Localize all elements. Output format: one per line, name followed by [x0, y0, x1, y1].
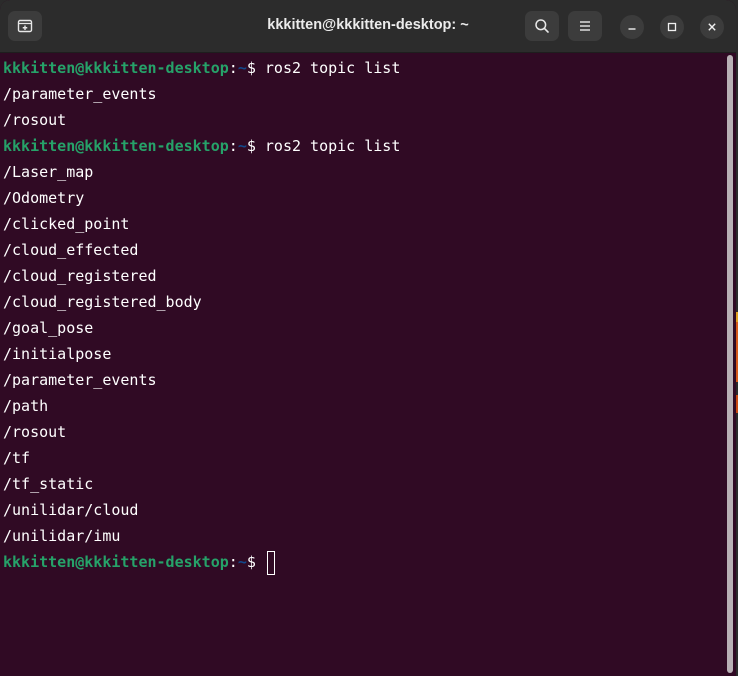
output-line: /cloud_registered_body — [3, 293, 202, 311]
minimize-button[interactable] — [620, 15, 644, 39]
output-line: /initialpose — [3, 345, 112, 363]
close-icon — [708, 23, 716, 31]
prompt-line: kkkitten@kkkitten-desktop:~$ ros2 topic … — [3, 133, 400, 159]
output-line: /goal_pose — [3, 319, 94, 337]
output-line: /rosout — [3, 111, 67, 129]
new-tab-icon — [17, 19, 33, 33]
prompt-dollar: $ — [246, 137, 265, 155]
output-line: /parameter_events — [3, 371, 157, 389]
terminal-window: kkkitten@kkkitten-desktop: ~ kkkitten@kk… — [0, 0, 736, 676]
prompt-line: kkkitten@kkkitten-desktop:~$ — [3, 549, 275, 575]
prompt-user-host: kkkitten@kkkitten-desktop — [3, 59, 229, 77]
minimize-icon — [628, 28, 636, 30]
new-tab-button[interactable] — [8, 11, 42, 41]
scrollbar-thumb[interactable] — [727, 55, 733, 673]
output-line: /tf — [3, 449, 31, 467]
output-line: /cloud_registered — [3, 267, 157, 285]
output-line: /rosout — [3, 423, 67, 441]
prompt-path: ~ — [237, 137, 247, 155]
close-button[interactable] — [700, 15, 724, 39]
prompt-path: ~ — [237, 59, 247, 77]
menu-button[interactable] — [568, 11, 602, 41]
terminal-output[interactable]: kkkitten@kkkitten-desktop:~$ ros2 topic … — [0, 53, 726, 676]
output-line: /cloud_effected — [3, 241, 139, 259]
search-icon — [535, 19, 549, 33]
hamburger-menu-icon — [580, 21, 590, 31]
prompt-path: ~ — [237, 553, 247, 571]
command-text: ros2 topic list — [264, 137, 401, 155]
output-line: /tf_static — [3, 475, 94, 493]
prompt-dollar: $ — [246, 553, 265, 571]
prompt-line: kkkitten@kkkitten-desktop:~$ ros2 topic … — [3, 55, 400, 81]
prompt-user-host: kkkitten@kkkitten-desktop — [3, 553, 229, 571]
command-text: ros2 topic list — [264, 59, 401, 77]
output-line: /unilidar/imu — [3, 527, 121, 545]
search-button[interactable] — [525, 11, 559, 41]
prompt-user-host: kkkitten@kkkitten-desktop — [3, 137, 229, 155]
prompt-colon: : — [228, 553, 238, 571]
prompt-dollar: $ — [246, 59, 265, 77]
title-bar[interactable]: kkkitten@kkkitten-desktop: ~ — [0, 0, 736, 53]
prompt-colon: : — [228, 59, 238, 77]
scrollbar[interactable] — [726, 53, 734, 676]
output-line: /parameter_events — [3, 85, 157, 103]
prompt-colon: : — [228, 137, 238, 155]
output-line: /unilidar/cloud — [3, 501, 139, 519]
output-line: /Odometry — [3, 189, 85, 207]
text-cursor — [266, 550, 275, 575]
maximize-icon — [667, 22, 677, 32]
output-line: /clicked_point — [3, 215, 130, 233]
output-line: /Laser_map — [3, 163, 94, 181]
maximize-button[interactable] — [660, 15, 684, 39]
output-line: /path — [3, 397, 49, 415]
